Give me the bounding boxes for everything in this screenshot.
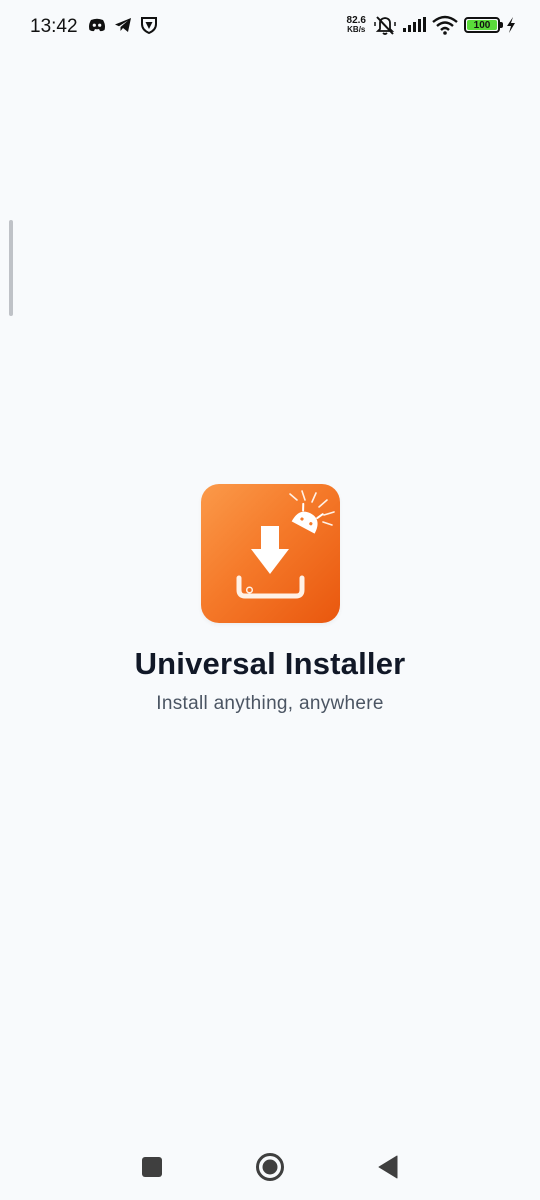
installer-app-icon	[201, 484, 340, 623]
circle-icon	[256, 1153, 284, 1181]
battery-level: 100	[467, 20, 497, 31]
back-button[interactable]	[368, 1150, 408, 1184]
battery-tip	[500, 22, 503, 28]
network-speed: 82.6 KB/s	[346, 15, 366, 35]
vpn-shield-icon	[141, 17, 157, 34]
status-bar: 13:42 82.6 KB/s 100	[0, 0, 540, 56]
app-tagline: Install anything, anywhere	[156, 693, 384, 714]
download-tray-icon	[236, 490, 335, 599]
status-time: 13:42	[30, 16, 78, 37]
telegram-icon	[115, 18, 131, 32]
navigation-bar	[0, 1130, 540, 1200]
back-triangle-icon	[378, 1155, 398, 1179]
notification-icons	[88, 16, 158, 34]
wifi-icon	[432, 15, 458, 35]
discord-icon	[89, 18, 105, 32]
scroll-indicator	[9, 220, 13, 316]
recents-button[interactable]	[132, 1150, 172, 1184]
home-button[interactable]	[250, 1150, 290, 1184]
charging-bolt-icon	[507, 17, 515, 33]
signal-icon	[403, 17, 426, 32]
app-title: Universal Installer	[134, 646, 406, 681]
muted-bell-icon	[374, 16, 396, 35]
net-speed-value: 82.6	[346, 15, 366, 26]
net-speed-unit: KB/s	[347, 25, 366, 34]
system-icons: 82.6 KB/s 100	[347, 14, 516, 36]
splash-screen: 13:42 82.6 KB/s 100 Universal Installer …	[0, 0, 540, 1200]
square-icon	[142, 1157, 162, 1177]
battery-icon: 100	[464, 17, 503, 33]
